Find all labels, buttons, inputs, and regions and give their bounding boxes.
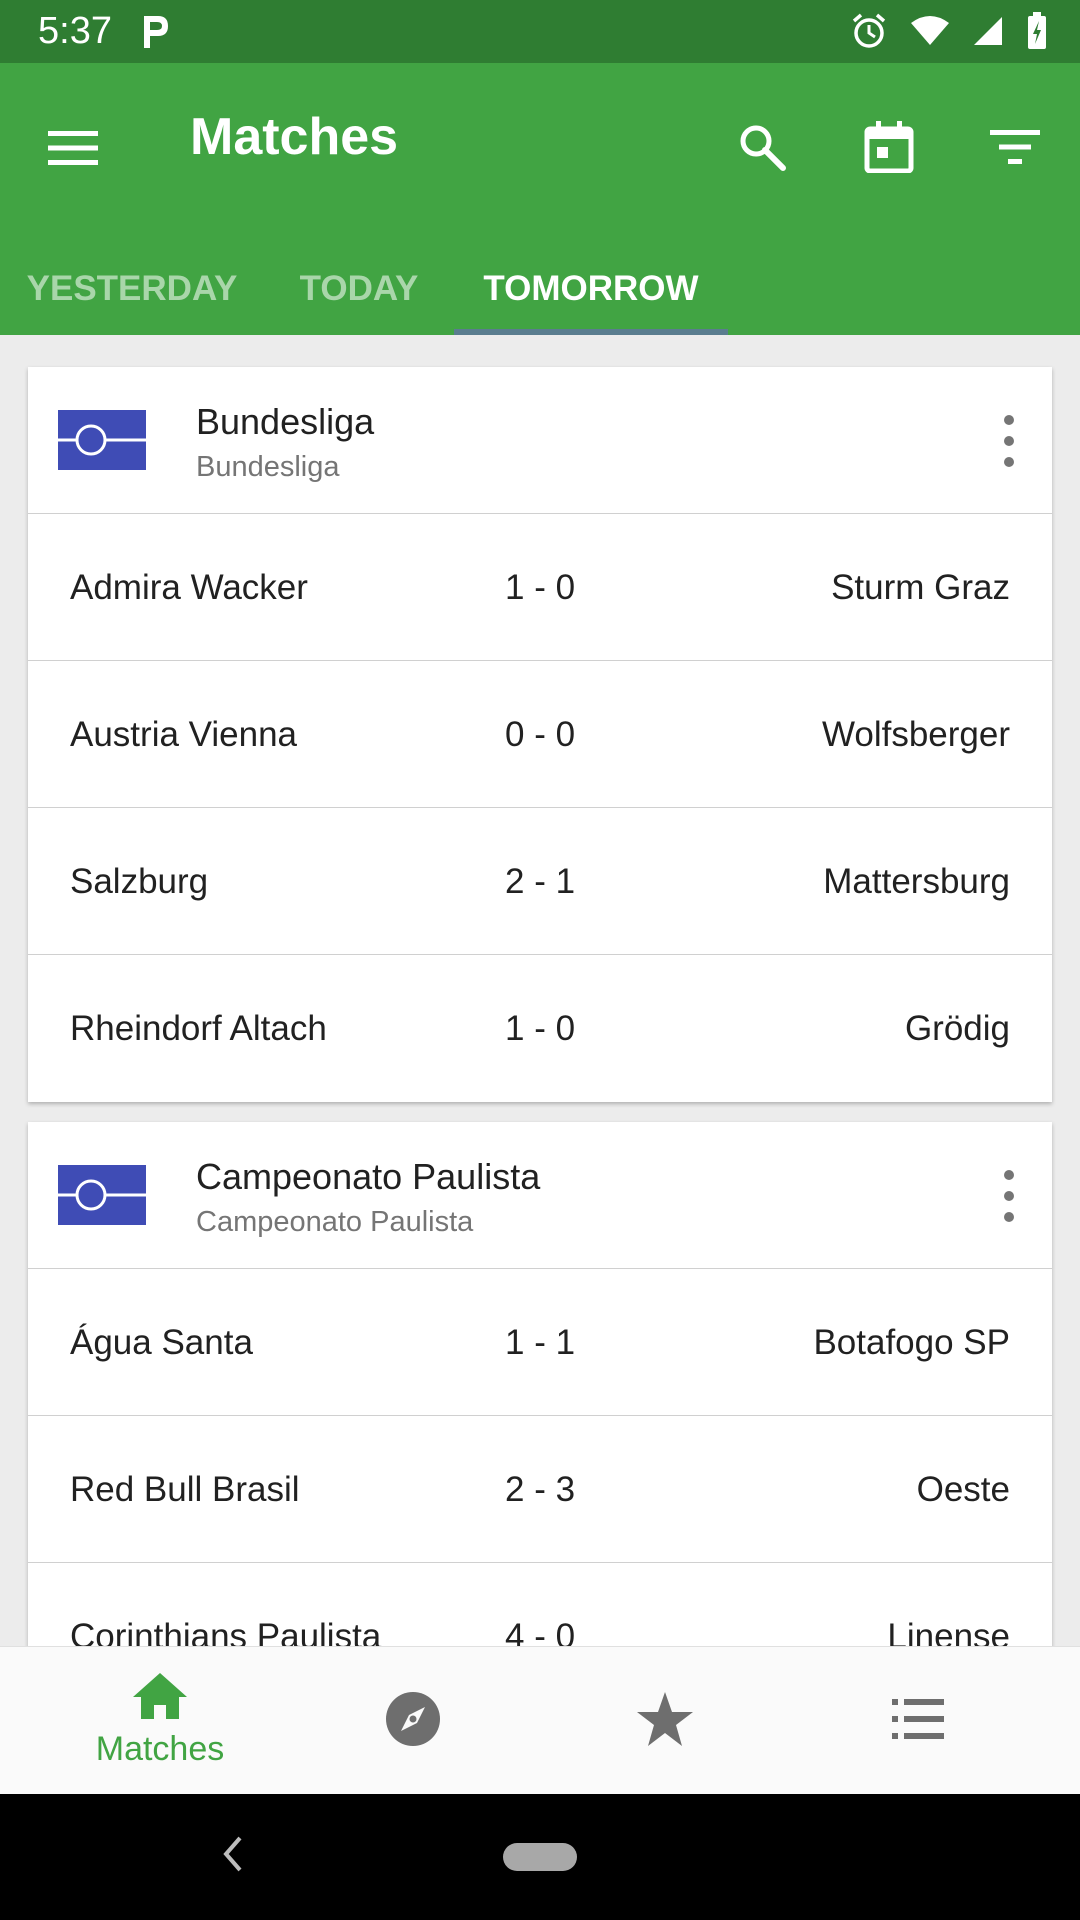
league-card: Campeonato Paulista Campeonato Paulista … — [28, 1122, 1052, 1646]
page-title: Matches — [190, 108, 399, 166]
parking-p-icon — [140, 12, 172, 55]
battery-icon — [1026, 12, 1048, 55]
system-navigation-bar — [0, 1794, 1080, 1920]
league-logo-icon — [58, 1165, 146, 1225]
away-team: Sturm Graz — [831, 567, 1010, 607]
home-team: Admira Wacker — [70, 567, 308, 607]
league-card: Bundesliga Bundesliga Admira Wacker 1 - … — [28, 367, 1052, 1102]
home-team: Austria Vienna — [70, 714, 298, 754]
away-team: Linense — [887, 1616, 1010, 1647]
menu-icon[interactable] — [40, 115, 106, 181]
away-team: Botafogo SP — [813, 1322, 1010, 1362]
match-row[interactable]: Corinthians Paulista 4 - 0 Linense — [28, 1563, 1052, 1647]
match-score: 4 - 0 — [505, 1616, 576, 1647]
match-row[interactable]: Salzburg 2 - 1 Mattersburg — [28, 808, 1052, 955]
tab-yesterday[interactable]: YESTERDAY — [0, 243, 264, 335]
home-pill-button[interactable] — [503, 1843, 577, 1871]
nav-matches-label: Matches — [95, 1730, 225, 1768]
match-score: 2 - 3 — [505, 1469, 576, 1509]
away-team: Mattersburg — [823, 861, 1010, 901]
tab-bar: YESTERDAY TODAY TOMORROW — [0, 243, 1080, 335]
calendar-icon[interactable] — [849, 107, 929, 187]
match-score: 1 - 1 — [505, 1322, 576, 1362]
league-header[interactable]: Bundesliga Bundesliga — [28, 367, 1052, 514]
app-bar: Matches YESTERDAY TODAY TOMORROW — [0, 63, 1080, 335]
home-team: Salzburg — [70, 861, 209, 901]
match-score: 1 - 0 — [505, 1008, 576, 1048]
match-row[interactable]: Água Santa 1 - 1 Botafogo SP — [28, 1269, 1052, 1416]
match-row[interactable]: Rheindorf Altach 1 - 0 Grödig — [28, 955, 1052, 1102]
list-icon — [892, 1697, 944, 1746]
compass-icon — [385, 1691, 441, 1752]
league-subtitle: Bundesliga — [196, 451, 340, 483]
match-row[interactable]: Red Bull Brasil 2 - 3 Oeste — [28, 1416, 1052, 1563]
away-team: Oeste — [916, 1469, 1010, 1509]
signal-icon — [972, 15, 1004, 52]
match-score: 0 - 0 — [505, 714, 576, 754]
home-team: Corinthians Paulista — [70, 1616, 382, 1647]
star-icon — [637, 1691, 693, 1751]
home-team: Água Santa — [70, 1322, 253, 1362]
more-vert-icon[interactable] — [994, 415, 1024, 467]
home-team: Rheindorf Altach — [70, 1008, 327, 1048]
bottom-navigation: Matches — [0, 1646, 1080, 1794]
tab-tomorrow[interactable]: TOMORROW — [454, 243, 728, 335]
match-row[interactable]: Admira Wacker 1 - 0 Sturm Graz — [28, 514, 1052, 661]
nav-explore[interactable] — [278, 1647, 548, 1795]
filter-icon[interactable] — [975, 107, 1055, 187]
away-team: Wolfsberger — [821, 714, 1010, 754]
alarm-icon — [850, 12, 888, 55]
search-icon[interactable] — [722, 107, 802, 187]
home-icon — [133, 1673, 187, 1724]
nav-favorites[interactable] — [530, 1647, 800, 1795]
nav-list[interactable] — [783, 1647, 1053, 1795]
league-header[interactable]: Campeonato Paulista Campeonato Paulista — [28, 1122, 1052, 1269]
nav-matches[interactable]: Matches — [25, 1647, 295, 1795]
league-name: Bundesliga — [196, 401, 375, 442]
back-icon[interactable] — [218, 1832, 248, 1881]
match-score: 2 - 1 — [505, 861, 576, 901]
status-time: 5:37 — [38, 10, 112, 52]
match-score: 1 - 0 — [505, 567, 576, 607]
matches-list[interactable]: Bundesliga Bundesliga Admira Wacker 1 - … — [0, 335, 1080, 1646]
tab-today[interactable]: TODAY — [264, 243, 454, 335]
league-logo-icon — [58, 410, 146, 470]
wifi-icon — [910, 15, 950, 52]
match-row[interactable]: Austria Vienna 0 - 0 Wolfsberger — [28, 661, 1052, 808]
status-bar: 5:37 — [0, 0, 1080, 63]
league-name: Campeonato Paulista — [196, 1156, 541, 1197]
away-team: Grödig — [904, 1008, 1010, 1048]
league-subtitle: Campeonato Paulista — [196, 1206, 474, 1238]
more-vert-icon[interactable] — [994, 1170, 1024, 1222]
home-team: Red Bull Brasil — [70, 1469, 300, 1509]
